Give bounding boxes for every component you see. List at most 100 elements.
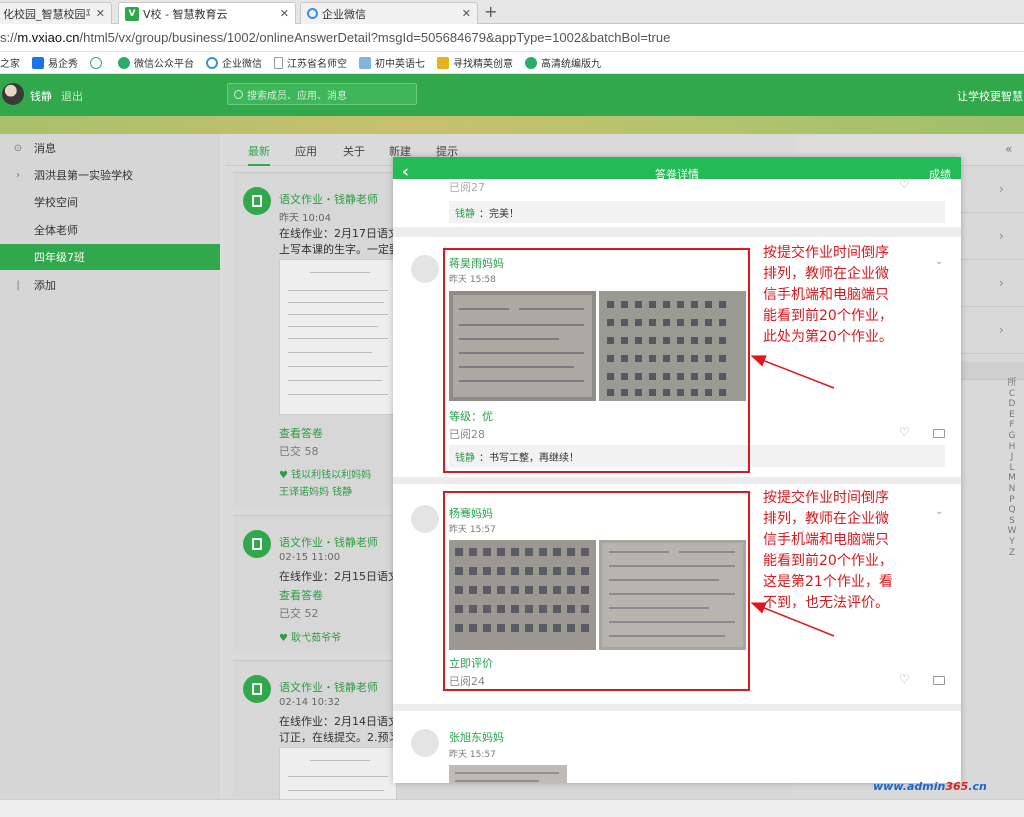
bookmark-item[interactable]: 初中英语七 [359, 55, 425, 70]
homework-thumbnail[interactable] [279, 259, 397, 415]
heart-icon[interactable]: ♡ [899, 177, 910, 191]
comment-author: 钱静 [455, 208, 475, 220]
sidebar-item-all-teachers[interactable]: 全体老师 [0, 217, 220, 243]
card-time: 02-14 10:32 [279, 697, 341, 708]
homework-photo[interactable] [449, 765, 567, 783]
search-placeholder: 搜索成员、应用、消息 [247, 90, 347, 102]
chevron-down-icon[interactable]: ⌄ [935, 506, 943, 517]
alphabet-index[interactable]: 所 CDEFGHJLMNPQSWYZ [1006, 378, 1018, 558]
sidebar-item-label: 全体老师 [34, 224, 78, 237]
bookmark-item[interactable]: 高清统编版九 [525, 55, 601, 70]
highlight-box [443, 491, 750, 691]
bookmarks-bar: 之家 易企秀 微信公众平台 企业微信 江苏省名师空 初中英语七 寻找精英创意 高… [0, 52, 1024, 74]
tab-apps[interactable]: 应用 [295, 143, 317, 159]
teacher-comment: 钱静 ：完美！ [449, 201, 945, 223]
card-text: 在线作业：2月17日语文 [279, 227, 399, 240]
index-letter[interactable]: G [1006, 431, 1018, 442]
bookmark-item[interactable]: 易企秀 [32, 55, 78, 70]
sidebar: ⊙ 消息 › 泗洪县第一实验学校 学校空间 全体老师 四年级7班 | 添加 [0, 134, 220, 817]
bookmark-item[interactable]: 寻找精英创意 [437, 55, 513, 70]
index-letter[interactable]: Z [1006, 548, 1018, 559]
header-banner [0, 116, 1024, 134]
heart-icon: ♥ [279, 633, 292, 644]
browser-tab-school[interactable]: 化校园_智慧校园平台智 ✕ [0, 2, 112, 24]
address-bar[interactable]: s://m.vxiao.cn/html5/vx/group/business/1… [0, 24, 1024, 52]
comment-icon[interactable] [933, 429, 945, 438]
bookmark-item[interactable]: 企业微信 [206, 55, 262, 70]
browser-tab-vxiao[interactable]: V V校 - 智慧教育云 ✕ [118, 2, 296, 24]
likes-list: 王译诺妈妈 钱静 [279, 487, 353, 498]
comment-icon[interactable] [933, 676, 945, 685]
tab-latest[interactable]: 最新 [248, 143, 270, 166]
tab-about[interactable]: 关于 [343, 143, 365, 159]
sidebar-item-school[interactable]: › 泗洪县第一实验学校 [0, 162, 220, 188]
user-name[interactable]: 钱静 [30, 88, 52, 104]
card-text: 在线作业：2月15日语文 [279, 570, 399, 583]
index-letters: CDEFGHJLMNPQSWYZ [1006, 389, 1018, 559]
read-count: 已阅27 [449, 181, 485, 194]
submitted-count: 已交 52 [279, 607, 319, 620]
search-icon [234, 89, 243, 99]
avatar [411, 255, 439, 283]
wechat-icon [525, 56, 537, 69]
index-letter[interactable]: D [1006, 399, 1018, 410]
collapse-icon[interactable]: « [1005, 142, 1012, 156]
index-letter[interactable]: H [1006, 442, 1018, 453]
view-answers-link[interactable]: 查看答卷 [279, 425, 323, 441]
tab-title: V校 - 智慧教育云 [143, 7, 228, 21]
avatar[interactable] [2, 83, 24, 105]
new-tab-button[interactable]: + [484, 2, 497, 21]
submitted-count: 已交 58 [279, 445, 319, 458]
sidebar-item-messages[interactable]: ⊙ 消息 [0, 135, 220, 161]
sidebar-item-add[interactable]: | 添加 [0, 272, 220, 298]
close-icon[interactable]: ✕ [96, 7, 105, 20]
index-letter[interactable]: L [1006, 463, 1018, 474]
close-icon[interactable]: ✕ [462, 7, 471, 20]
chevron-down-icon[interactable]: ⌄ [935, 256, 943, 267]
heart-icon[interactable]: ♡ [899, 425, 910, 439]
highlight-box [443, 248, 750, 473]
chevron-right-icon: › [999, 182, 1004, 196]
parent-name[interactable]: 张旭东妈妈 [449, 729, 504, 745]
watermark: www.admin365.cn [873, 780, 987, 793]
index-letter[interactable]: M [1006, 473, 1018, 484]
heart-icon[interactable]: ♡ [899, 672, 910, 686]
sidebar-item-class-4-7[interactable]: 四年级7班 [0, 244, 220, 270]
bookmark-item[interactable]: 江苏省名师空 [274, 55, 347, 70]
index-letter[interactable]: Y [1006, 537, 1018, 548]
index-letter[interactable]: Q [1006, 505, 1018, 516]
url-path: /html5/vx/group/business/1002/onlineAnsw… [79, 30, 671, 45]
logout-link[interactable]: 退出 [61, 88, 83, 104]
wechat-icon [118, 56, 130, 69]
tab-title: 化校园_智慧校园平台智 [3, 7, 90, 21]
bookmark-item[interactable]: 微信公众平台 [118, 55, 194, 70]
search-input[interactable]: 搜索成员、应用、消息 [227, 83, 417, 105]
bookmark-item[interactable]: 之家 [0, 55, 20, 70]
index-letter[interactable]: F [1006, 420, 1018, 431]
heart-icon: ♥ [279, 470, 292, 481]
app-header: 钱静 退出 搜索成员、应用、消息 让学校更智慧 [0, 74, 1024, 116]
index-letter[interactable]: P [1006, 495, 1018, 506]
answer-entry: 已阅27 ♡ 钱静 ：完美！ [393, 177, 961, 227]
add-icon: | [16, 279, 20, 291]
browser-tab-wecom[interactable]: 企业微信 ✕ [300, 2, 478, 24]
card-time: 昨天 10:04 [279, 213, 331, 224]
index-letter[interactable]: N [1006, 484, 1018, 495]
sidebar-item-label: 四年级7班 [34, 251, 85, 264]
close-icon[interactable]: ✕ [280, 7, 289, 20]
card-title[interactable]: 语文作业・钱静老师 [279, 534, 378, 550]
card-title[interactable]: 语文作业・钱静老师 [279, 191, 378, 207]
view-answers-link[interactable]: 查看答卷 [279, 587, 323, 603]
homework-photo-image [449, 765, 567, 783]
card-title[interactable]: 语文作业・钱静老师 [279, 679, 378, 695]
submit-time: 昨天 15:57 [449, 750, 496, 760]
bookmark-item[interactable] [90, 56, 106, 69]
index-letter[interactable]: S [1006, 516, 1018, 527]
sidebar-item-school-space[interactable]: 学校空间 [0, 189, 220, 215]
tab-title: 企业微信 [322, 7, 366, 21]
index-letter[interactable]: J [1006, 452, 1018, 463]
index-letter[interactable]: C [1006, 389, 1018, 400]
index-letter[interactable]: W [1006, 526, 1018, 537]
index-letter[interactable]: E [1006, 410, 1018, 421]
annotation-note: 按提交作业时间倒序 排列，教师在企业微 信手机端和电脑端只 能看到前20个作业，… [763, 490, 893, 611]
